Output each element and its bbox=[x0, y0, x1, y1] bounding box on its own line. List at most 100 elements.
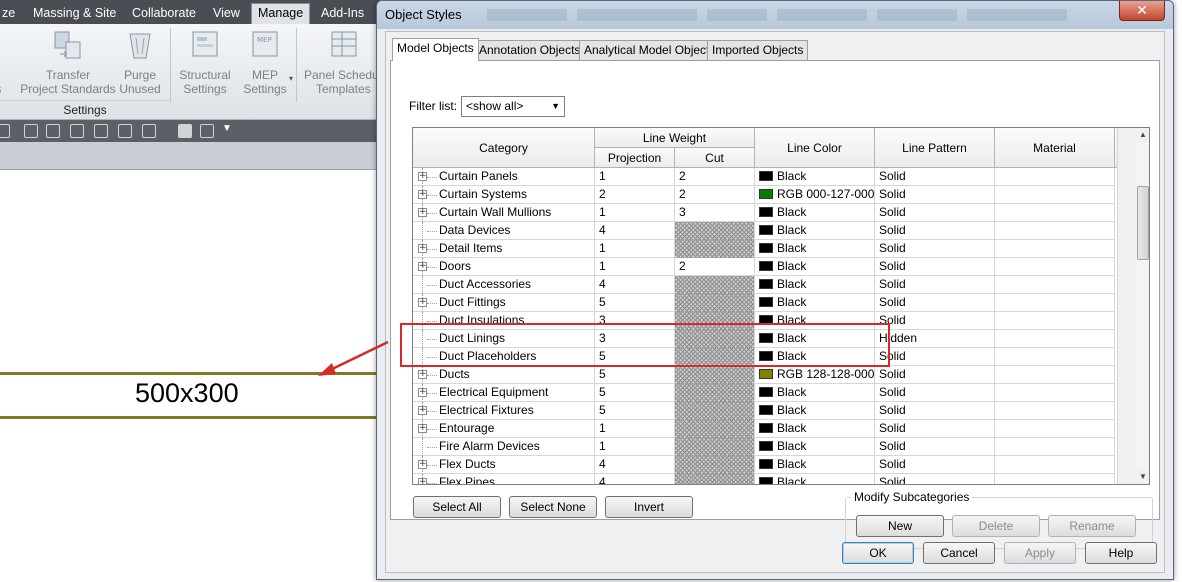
projection-cell[interactable]: 1 bbox=[595, 240, 675, 258]
line-pattern-cell[interactable]: Solid bbox=[875, 348, 995, 366]
projection-cell[interactable]: 1 bbox=[595, 420, 675, 438]
material-cell[interactable] bbox=[995, 420, 1115, 438]
cut-cell[interactable]: 2 bbox=[675, 258, 755, 276]
ribbon-button-partial[interactable]: d ers bbox=[0, 28, 16, 96]
line-color-cell[interactable]: Black bbox=[755, 294, 875, 312]
line-color-cell[interactable]: Black bbox=[755, 438, 875, 456]
projection-cell[interactable]: 5 bbox=[595, 402, 675, 420]
expand-icon[interactable]: + bbox=[418, 172, 427, 181]
projection-cell[interactable]: 1 bbox=[595, 258, 675, 276]
select-none-button[interactable]: Select None bbox=[509, 496, 597, 518]
projection-cell[interactable]: 5 bbox=[595, 294, 675, 312]
table-row[interactable]: + Doors 1 2 Black Solid bbox=[413, 258, 1115, 276]
expand-icon[interactable]: + bbox=[418, 424, 427, 433]
category-cell[interactable]: + Curtain Panels bbox=[413, 168, 595, 186]
table-row[interactable]: + Entourage 1 Black Solid bbox=[413, 420, 1115, 438]
line-color-cell[interactable]: Black bbox=[755, 456, 875, 474]
scroll-down-icon[interactable]: ▼ bbox=[1136, 470, 1149, 484]
category-cell[interactable]: + Flex Pipes bbox=[413, 474, 595, 484]
projection-cell[interactable]: 4 bbox=[595, 474, 675, 484]
line-color-cell[interactable]: Black bbox=[755, 474, 875, 484]
category-cell[interactable]: + Entourage bbox=[413, 420, 595, 438]
ribbon-tab-view[interactable]: View bbox=[207, 4, 246, 24]
help-button[interactable]: Help bbox=[1085, 542, 1157, 564]
expand-icon[interactable]: + bbox=[418, 244, 427, 253]
line-color-cell[interactable]: Black bbox=[755, 240, 875, 258]
dialog-titlebar[interactable]: Object Styles ✕ bbox=[377, 1, 1173, 29]
toolbar-filter-icon[interactable] bbox=[94, 124, 108, 138]
category-cell[interactable]: + Curtain Systems bbox=[413, 186, 595, 204]
line-color-cell[interactable]: Black bbox=[755, 222, 875, 240]
category-cell[interactable]: + Doors bbox=[413, 258, 595, 276]
scroll-thumb[interactable] bbox=[1137, 186, 1149, 260]
projection-cell[interactable]: 4 bbox=[595, 456, 675, 474]
toolbar-tool-icon[interactable] bbox=[142, 124, 156, 138]
panel-schedule-templates-button[interactable]: Panel Schedu Templates bbox=[298, 28, 382, 96]
scroll-up-icon[interactable]: ▲ bbox=[1136, 128, 1149, 142]
ribbon-tab-manage[interactable]: Manage bbox=[251, 3, 311, 24]
invert-button[interactable]: Invert bbox=[605, 496, 693, 518]
table-row[interactable]: Data Devices 4 Black Solid bbox=[413, 222, 1115, 240]
purge-unused-button[interactable]: Purge Unused bbox=[112, 28, 168, 96]
table-row[interactable]: + Curtain Panels 1 2 Black Solid bbox=[413, 168, 1115, 186]
line-pattern-cell[interactable]: Solid bbox=[875, 168, 995, 186]
material-cell[interactable] bbox=[995, 258, 1115, 276]
line-color-cell[interactable]: Black bbox=[755, 258, 875, 276]
material-cell[interactable] bbox=[995, 402, 1115, 420]
line-pattern-cell[interactable]: Solid bbox=[875, 438, 995, 456]
cancel-button[interactable]: Cancel bbox=[923, 542, 995, 564]
line-pattern-cell[interactable]: Solid bbox=[875, 366, 995, 384]
projection-cell[interactable]: 1 bbox=[595, 438, 675, 456]
column-header-projection[interactable]: Projection bbox=[595, 148, 675, 168]
apply-button[interactable]: Apply bbox=[1004, 542, 1076, 564]
line-pattern-cell[interactable]: Solid bbox=[875, 258, 995, 276]
line-pattern-cell[interactable]: Solid bbox=[875, 456, 995, 474]
line-pattern-cell[interactable]: Solid bbox=[875, 402, 995, 420]
material-cell[interactable] bbox=[995, 348, 1115, 366]
tab-imported-objects[interactable]: Imported Objects bbox=[707, 40, 809, 60]
category-cell[interactable]: + Electrical Equipment bbox=[413, 384, 595, 402]
projection-cell[interactable]: 5 bbox=[595, 366, 675, 384]
new-subcategory-button[interactable]: New bbox=[856, 515, 944, 537]
line-pattern-cell[interactable]: Solid bbox=[875, 186, 995, 204]
select-all-button[interactable]: Select All bbox=[413, 496, 501, 518]
category-cell[interactable]: + Duct Fittings bbox=[413, 294, 595, 312]
table-row[interactable]: + Electrical Equipment 5 Black Solid bbox=[413, 384, 1115, 402]
expand-icon[interactable]: + bbox=[418, 262, 427, 271]
projection-cell[interactable]: 5 bbox=[595, 384, 675, 402]
line-color-cell[interactable]: Black bbox=[755, 420, 875, 438]
ribbon-tab-add-ins[interactable]: Add-Ins bbox=[315, 4, 370, 24]
material-cell[interactable] bbox=[995, 186, 1115, 204]
column-header-cut[interactable]: Cut bbox=[675, 148, 755, 168]
expand-icon[interactable]: + bbox=[418, 190, 427, 199]
cut-cell[interactable]: 2 bbox=[675, 168, 755, 186]
line-color-cell[interactable]: Black bbox=[755, 384, 875, 402]
projection-cell[interactable]: 2 bbox=[595, 186, 675, 204]
category-cell[interactable]: + Curtain Wall Mullions bbox=[413, 204, 595, 222]
table-row[interactable]: + Ducts 5 RGB 128-128-000 Solid bbox=[413, 366, 1115, 384]
cut-cell[interactable]: 2 bbox=[675, 186, 755, 204]
expand-icon[interactable]: + bbox=[418, 208, 427, 217]
duct-edge-bottom[interactable] bbox=[0, 416, 380, 419]
ribbon-tab-massing-site[interactable]: Massing & Site bbox=[27, 4, 122, 24]
ok-button[interactable]: OK bbox=[842, 542, 914, 564]
toolbar-tool-icon[interactable] bbox=[118, 124, 132, 138]
toolbar-tool-icon[interactable] bbox=[70, 124, 84, 138]
category-cell[interactable]: Data Devices bbox=[413, 222, 595, 240]
projection-cell[interactable]: 4 bbox=[595, 276, 675, 294]
toolbar-tool-icon[interactable] bbox=[0, 124, 10, 138]
close-button[interactable]: ✕ bbox=[1119, 1, 1165, 21]
line-pattern-cell[interactable]: Solid bbox=[875, 420, 995, 438]
ribbon-tab-partial[interactable]: ze bbox=[0, 4, 21, 24]
structural-settings-button[interactable]: Structural Settings bbox=[172, 28, 238, 96]
rename-subcategory-button[interactable]: Rename bbox=[1048, 515, 1136, 537]
material-cell[interactable] bbox=[995, 312, 1115, 330]
category-cell[interactable]: + Detail Items bbox=[413, 240, 595, 258]
material-cell[interactable] bbox=[995, 204, 1115, 222]
table-row[interactable]: Duct Accessories 4 Black Solid bbox=[413, 276, 1115, 294]
toolbar-tool-icon[interactable] bbox=[24, 124, 38, 138]
table-row[interactable]: + Curtain Systems 2 2 RGB 000-127-000 Solid bbox=[413, 186, 1115, 204]
table-row[interactable]: + Curtain Wall Mullions 1 3 Black Solid bbox=[413, 204, 1115, 222]
vertical-scrollbar[interactable]: ▲ ▼ bbox=[1117, 128, 1149, 484]
material-cell[interactable] bbox=[995, 294, 1115, 312]
